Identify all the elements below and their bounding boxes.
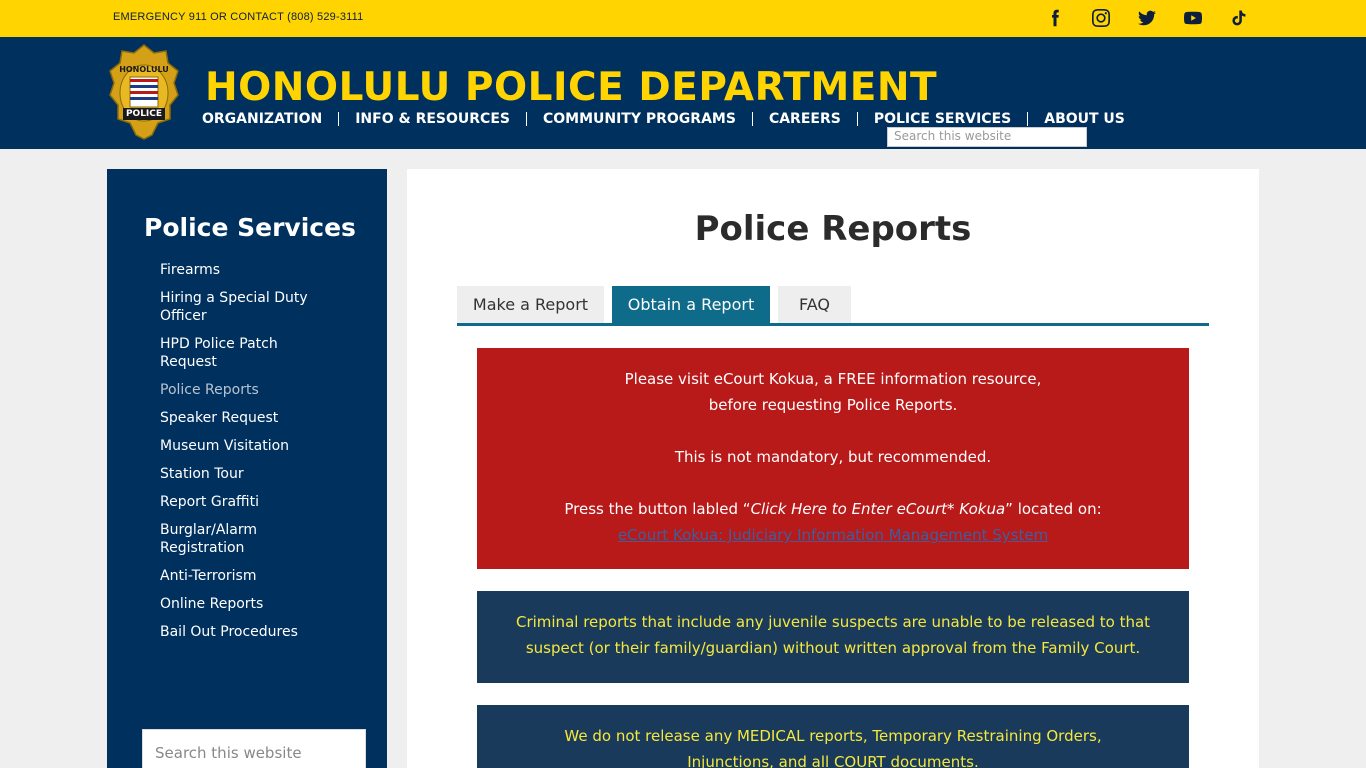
sidebar-item-speaker-request[interactable]: Speaker Request <box>160 409 330 427</box>
notice-line: suspect (or their family/guardian) witho… <box>525 639 1141 657</box>
sidebar-item-police-reports[interactable]: Police Reports <box>160 381 330 399</box>
notice-line: Criminal reports that include any juveni… <box>515 613 1151 631</box>
sidebar-item-museum-visitation[interactable]: Museum Visitation <box>160 437 330 455</box>
tab-obtain-report[interactable]: Obtain a Report <box>612 286 770 323</box>
nav-info-resources[interactable]: INFO & RESOURCES <box>355 111 526 127</box>
nav-careers[interactable]: CAREERS <box>769 111 857 127</box>
tab-make-report[interactable]: Make a Report <box>457 286 604 323</box>
twitter-icon[interactable] <box>1137 8 1157 28</box>
notice-line: Press the button labled “Click Here to E… <box>477 496 1189 522</box>
sidebar-item-firearms[interactable]: Firearms <box>160 261 330 279</box>
instagram-icon[interactable] <box>1091 8 1111 28</box>
main-content: Police Reports Make a Report Obtain a Re… <box>407 169 1259 768</box>
report-tabs: Make a Report Obtain a Report FAQ <box>457 286 1209 326</box>
nav-divider <box>856 112 858 126</box>
sidebar-title: Police Services <box>144 213 356 242</box>
notice-line: We do not release any MEDICAL reports, T… <box>564 727 1102 745</box>
notice-text: ” located on: <box>1005 500 1102 518</box>
nav-organization[interactable]: ORGANIZATION <box>202 111 338 127</box>
facebook-icon[interactable] <box>1045 8 1065 28</box>
nav-divider <box>751 112 753 126</box>
logo-text-top: HONOLULU <box>119 65 169 74</box>
tab-faq[interactable]: FAQ <box>778 286 851 323</box>
nav-divider <box>1027 112 1029 126</box>
main-nav: ORGANIZATION INFO & RESOURCES COMMUNITY … <box>202 110 1141 128</box>
site-header: HONOLULU POLICE HONOLULU POLICE DEPARTME… <box>0 37 1366 149</box>
logo-text-bottom: POLICE <box>125 109 163 119</box>
tiktok-icon[interactable] <box>1229 8 1249 28</box>
notice-line: Please visit eCourt Kokua, a FREE inform… <box>624 370 1042 388</box>
header-search-input[interactable]: Search this website <box>887 127 1087 147</box>
sidebar-nav: Firearms Hiring a Special Duty Officer H… <box>160 261 330 651</box>
nav-about-us[interactable]: ABOUT US <box>1044 111 1141 127</box>
sidebar-item-report-graffiti[interactable]: Report Graffiti <box>160 493 330 511</box>
top-bar: EMERGENCY 911 OR CONTACT (808) 529-3111 <box>0 0 1366 37</box>
sidebar-item-anti-terrorism[interactable]: Anti-Terrorism <box>160 567 330 585</box>
juvenile-notice: Criminal reports that include any juveni… <box>477 591 1189 683</box>
hpd-badge-logo[interactable]: HONOLULU POLICE <box>108 43 180 141</box>
notice-line: Injunctions, and all COURT documents. <box>687 753 979 768</box>
notice-line: before requesting Police Reports. <box>708 396 958 414</box>
sidebar: Police Services Firearms Hiring a Specia… <box>107 169 387 768</box>
sidebar-item-special-duty[interactable]: Hiring a Special Duty Officer <box>160 289 330 325</box>
ecourt-notice: Please visit eCourt Kokua, a FREE inform… <box>477 348 1189 569</box>
youtube-icon[interactable] <box>1183 8 1203 28</box>
emergency-contact: EMERGENCY 911 OR CONTACT (808) 529-3111 <box>113 11 364 23</box>
sidebar-item-patch-request[interactable]: HPD Police Patch Request <box>160 335 330 371</box>
sidebar-item-online-reports[interactable]: Online Reports <box>160 595 330 613</box>
sidebar-item-burglar-alarm[interactable]: Burglar/Alarm Registration <box>160 521 330 557</box>
sidebar-item-bail-out[interactable]: Bail Out Procedures <box>160 623 330 641</box>
notice-text: Press the button labled “ <box>564 500 751 518</box>
nav-divider <box>525 112 527 126</box>
notice-button-name: Click Here to Enter eCourt* Kokua <box>750 500 1006 518</box>
nav-divider <box>338 112 340 126</box>
medical-notice: We do not release any MEDICAL reports, T… <box>477 705 1189 768</box>
notice-line: This is not mandatory, but recommended. <box>674 448 992 466</box>
nav-community-programs[interactable]: COMMUNITY PROGRAMS <box>543 111 752 127</box>
nav-police-services[interactable]: POLICE SERVICES <box>874 111 1027 127</box>
site-title[interactable]: HONOLULU POLICE DEPARTMENT <box>205 65 937 110</box>
ecourt-kokua-link[interactable]: eCourt Kokua: Judiciary Information Mana… <box>618 526 1048 544</box>
sidebar-item-station-tour[interactable]: Station Tour <box>160 465 330 483</box>
sidebar-search-input[interactable]: Search this website <box>142 729 366 768</box>
page-title: Police Reports <box>694 209 972 249</box>
